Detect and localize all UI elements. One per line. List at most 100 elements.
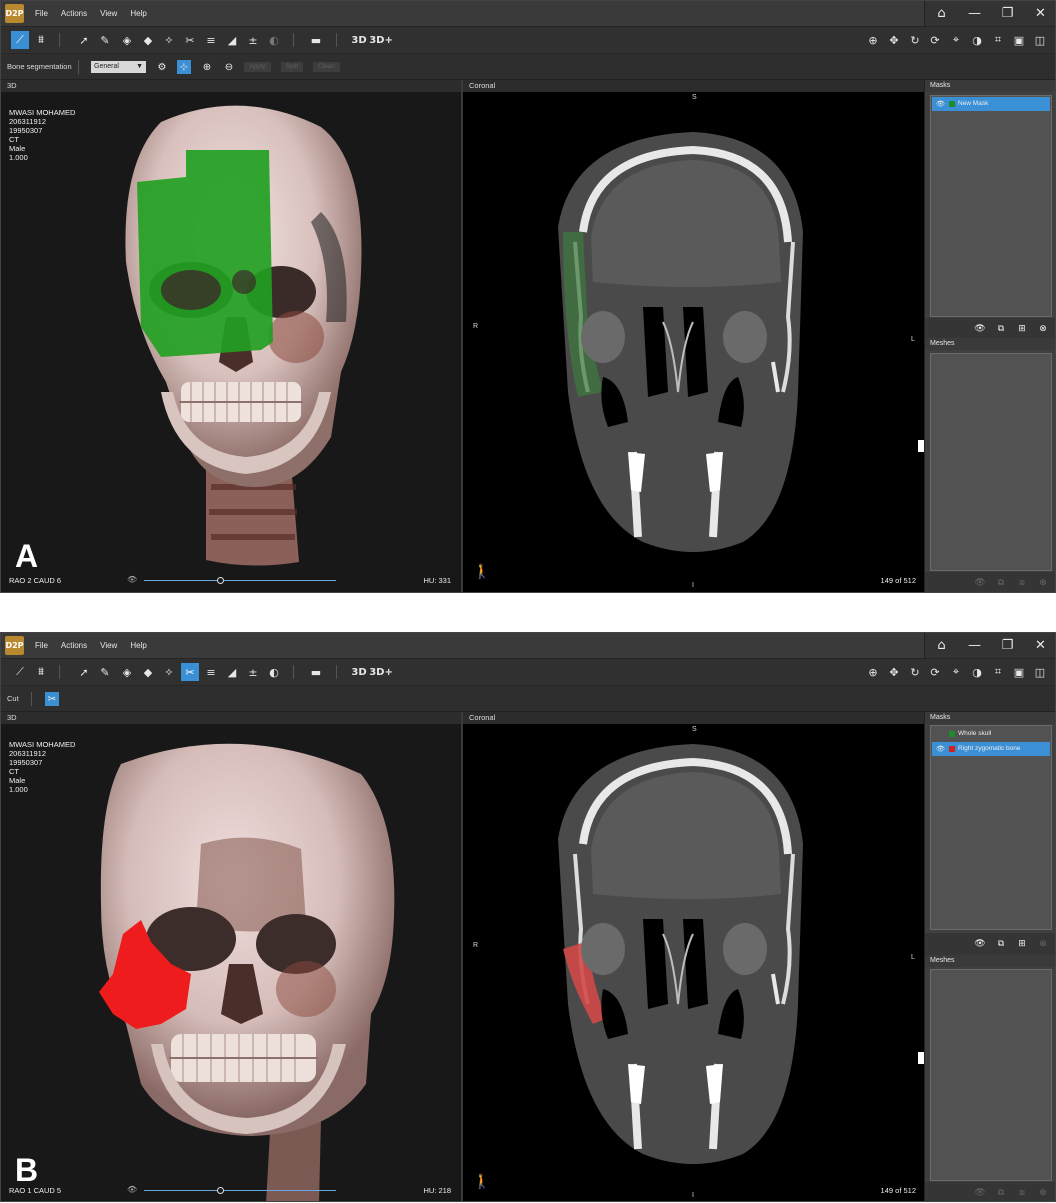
crosshair-icon[interactable]: ⌖ [947, 663, 965, 681]
eye-icon[interactable]: 👁 [127, 1185, 137, 1194]
window-level-icon[interactable]: ◑ [968, 663, 986, 681]
select-arrow-icon[interactable]: ➚ [75, 663, 93, 681]
apply-button[interactable]: Apply [244, 62, 271, 72]
duplicate-icon[interactable]: ⧉ [994, 322, 1008, 336]
crosshair-icon[interactable]: ⌖ [947, 31, 965, 49]
menu-help[interactable]: Help [130, 9, 146, 18]
home-icon[interactable]: ⌂ [925, 633, 958, 658]
export-icon[interactable]: ⧈ [1015, 1186, 1029, 1200]
visibility-eye-icon[interactable]: 👁 [936, 742, 945, 756]
view-3d[interactable]: 3D MWASI MOHAMED 206311912 19950307 CT M… [1, 80, 463, 593]
mask-item[interactable]: 👁 New Mask [932, 97, 1050, 111]
contrast-icon[interactable]: ◐ [265, 31, 283, 49]
cut-icon[interactable]: ✂ [181, 663, 199, 681]
eraser-icon[interactable]: ◈ [118, 31, 136, 49]
magic-wand-icon[interactable]: ✧ [160, 663, 178, 681]
settings-icon[interactable]: ⚙ [155, 60, 169, 74]
layers-icon[interactable]: ▣ [1010, 663, 1028, 681]
delete-mask-icon[interactable]: ⊗ [1036, 322, 1050, 336]
close-icon[interactable]: ✕ [1024, 1, 1055, 26]
skull-rendering[interactable] [1, 724, 461, 1202]
layers-icon[interactable]: ▣ [1010, 31, 1028, 49]
cut-icon[interactable]: ✂ [181, 31, 199, 49]
window-level-icon[interactable]: ◑ [968, 31, 986, 49]
teeth-tool-icon[interactable]: ⩩ [32, 663, 50, 681]
threshold-icon[interactable]: ± [244, 31, 262, 49]
mask-item[interactable]: 👁 Right zygomatic bone [932, 742, 1050, 756]
fill-icon[interactable]: ◆ [139, 663, 157, 681]
add-mask-icon[interactable]: ⊞ [1015, 322, 1029, 336]
menu-actions[interactable]: Actions [61, 9, 87, 18]
home-icon[interactable]: ⌂ [925, 1, 958, 26]
view-3d-plus-button[interactable]: 3D+ [369, 31, 393, 49]
mask-item[interactable]: Whole skull [932, 727, 1050, 741]
menu-file[interactable]: File [35, 641, 48, 650]
menu-help[interactable]: Help [130, 641, 146, 650]
visibility-eye-icon[interactable]: 👁 [936, 97, 945, 111]
skull-rendering[interactable] [1, 92, 461, 593]
cut-mode-icon[interactable]: ✂ [45, 692, 59, 706]
split-button[interactable]: Split [281, 62, 303, 72]
layout-icon[interactable]: ◫ [1031, 31, 1049, 49]
add-seed-icon[interactable]: ⊕ [200, 60, 214, 74]
contrast-icon[interactable]: ◐ [265, 663, 283, 681]
view-3d-plus-button[interactable]: 3D+ [369, 663, 393, 681]
opacity-slider[interactable] [144, 1187, 336, 1194]
eye-icon[interactable]: 👁 [127, 575, 137, 584]
view-3d[interactable]: 3D MWASI MOHAMED 206311912 19950307 CT M… [1, 712, 463, 1202]
export-icon[interactable]: ⧈ [1015, 576, 1029, 590]
brush-icon[interactable]: ✎ [96, 663, 114, 681]
view-3d-button[interactable]: 3D [349, 663, 369, 681]
eye-icon[interactable]: 👁 [973, 1186, 987, 1200]
slider-knob[interactable] [217, 577, 224, 584]
pan-icon[interactable]: ✥ [885, 31, 903, 49]
menu-view[interactable]: View [100, 641, 117, 650]
delete-mask-icon[interactable]: ⊗ [1036, 937, 1050, 951]
duplicate-icon[interactable]: ⧉ [994, 1186, 1008, 1200]
clean-button[interactable]: Clean [313, 62, 340, 72]
fill-icon[interactable]: ◆ [139, 31, 157, 49]
ct-coronal-slice[interactable] [463, 724, 924, 1202]
delete-mesh-icon[interactable]: ⊗ [1036, 1186, 1050, 1200]
menu-actions[interactable]: Actions [61, 641, 87, 650]
minimize-icon[interactable]: — [958, 1, 991, 26]
bone-tool-icon[interactable]: ⟋ [11, 663, 29, 681]
crop-icon[interactable]: ⌗ [989, 31, 1007, 49]
reset-icon[interactable]: ⟳ [926, 663, 944, 681]
rotate-icon[interactable]: ↻ [906, 663, 924, 681]
eye-icon[interactable]: 👁 [973, 576, 987, 590]
zoom-icon[interactable]: ⊕ [864, 31, 882, 49]
ruler-icon[interactable]: ▬ [307, 663, 325, 681]
zoom-icon[interactable]: ⊕ [864, 663, 882, 681]
view-3d-button[interactable]: 3D [349, 31, 369, 49]
select-arrow-icon[interactable]: ➚ [75, 31, 93, 49]
opacity-slider[interactable] [144, 577, 336, 584]
eye-icon[interactable]: 👁 [973, 322, 987, 336]
eye-icon[interactable]: 👁 [973, 937, 987, 951]
minimize-icon[interactable]: — [958, 633, 991, 658]
duplicate-icon[interactable]: ⧉ [994, 937, 1008, 951]
histogram-icon[interactable]: ◢ [223, 663, 241, 681]
menu-view[interactable]: View [100, 9, 117, 18]
restore-icon[interactable]: ❐ [991, 1, 1024, 26]
add-mask-icon[interactable]: ⊞ [1015, 937, 1029, 951]
ruler-icon[interactable]: ▬ [307, 31, 325, 49]
restore-icon[interactable]: ❐ [991, 633, 1024, 658]
coronal-view[interactable]: Coronal S R L I 🚶 149 of 512 [463, 80, 924, 593]
interpolate-icon[interactable]: ≡ [202, 663, 220, 681]
duplicate-icon[interactable]: ⧉ [994, 576, 1008, 590]
bone-tool-icon[interactable]: ⟋ [11, 31, 29, 49]
eraser-icon[interactable]: ◈ [118, 663, 136, 681]
menu-file[interactable]: File [35, 9, 48, 18]
slider-knob[interactable] [217, 1187, 224, 1194]
brush-icon[interactable]: ✎ [96, 31, 114, 49]
layout-icon[interactable]: ◫ [1031, 663, 1049, 681]
auto-segment-icon[interactable]: ⊹ [177, 60, 191, 74]
rotate-icon[interactable]: ↻ [906, 31, 924, 49]
pan-icon[interactable]: ✥ [885, 663, 903, 681]
threshold-icon[interactable]: ± [244, 663, 262, 681]
close-icon[interactable]: ✕ [1024, 633, 1055, 658]
remove-seed-icon[interactable]: ⊖ [222, 60, 236, 74]
ct-coronal-slice[interactable] [463, 92, 924, 593]
crop-icon[interactable]: ⌗ [989, 663, 1007, 681]
